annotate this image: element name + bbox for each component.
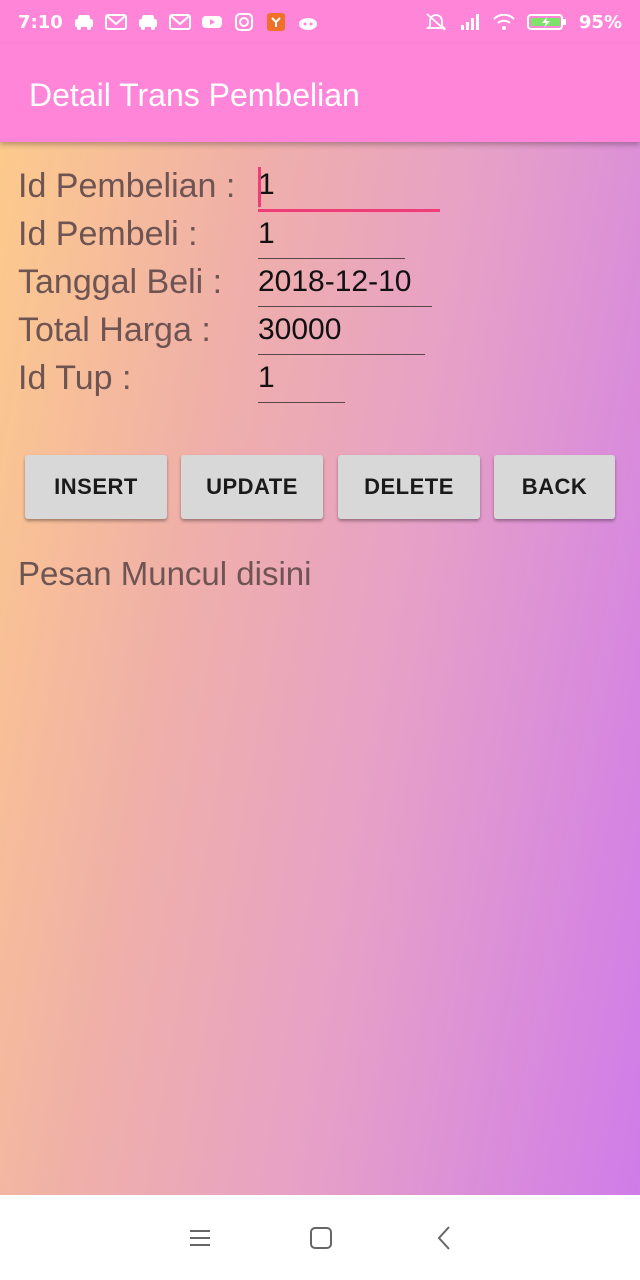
navigation-bar	[0, 1195, 640, 1280]
app-icon	[265, 13, 287, 31]
back-button[interactable]: BACK	[494, 455, 615, 519]
status-bar: 7:10 95%	[0, 0, 640, 44]
instagram-icon	[233, 13, 255, 31]
car-icon	[137, 13, 159, 31]
status-bar-left: 7:10	[0, 12, 319, 33]
bot-icon	[297, 13, 319, 31]
gmail-icon	[168, 13, 191, 31]
youtube-icon	[201, 13, 223, 31]
id-pembeli-input[interactable]: 1	[258, 214, 405, 259]
home-icon[interactable]	[306, 1223, 336, 1253]
id-tup-input[interactable]: 1	[258, 358, 345, 403]
insert-button[interactable]: INSERT	[25, 455, 167, 519]
tanggal-beli-input[interactable]: 2018-12-10	[258, 262, 432, 307]
battery-percentage: 95%	[578, 11, 622, 33]
gmail-icon	[104, 13, 127, 31]
label-id-pembeli: Id Pembeli :	[18, 215, 198, 253]
battery-icon	[526, 13, 567, 31]
car-icon	[73, 13, 95, 31]
menu-icon[interactable]	[185, 1223, 215, 1253]
delete-button[interactable]: DELETE	[338, 455, 480, 519]
label-tanggal-beli: Tanggal Beli :	[18, 263, 223, 301]
mute-icon	[425, 13, 447, 31]
wifi-icon	[493, 13, 515, 31]
label-id-pembelian: Id Pembelian :	[18, 167, 236, 205]
app-toolbar: Detail Trans Pembelian	[0, 44, 640, 142]
status-time: 7:10	[18, 11, 63, 33]
update-button[interactable]: UPDATE	[181, 455, 323, 519]
total-harga-input[interactable]: 30000	[258, 310, 425, 355]
label-total-harga: Total Harga :	[18, 311, 211, 349]
text-cursor	[258, 167, 261, 207]
label-id-tup: Id Tup :	[18, 359, 132, 397]
page-title: Detail Trans Pembelian	[29, 77, 360, 113]
main-content: Id Pembelian : 1 Id Pembeli : 1 Tanggal …	[0, 142, 640, 1195]
back-icon[interactable]	[430, 1223, 460, 1253]
id-pembelian-input[interactable]: 1	[258, 165, 440, 212]
status-bar-right: 95%	[425, 12, 640, 33]
signal-icon	[459, 13, 481, 31]
message-text: Pesan Muncul disini	[18, 555, 312, 592]
